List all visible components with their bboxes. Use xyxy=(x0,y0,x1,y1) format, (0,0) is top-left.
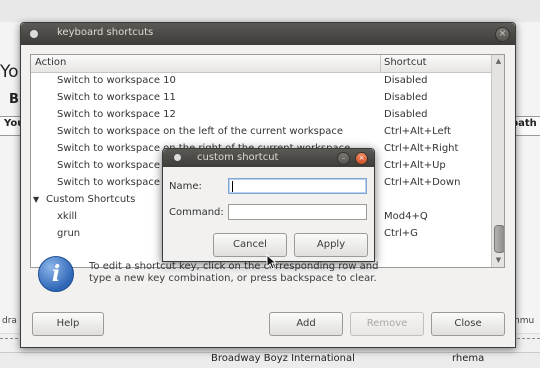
window-close-button[interactable]: × xyxy=(495,27,510,42)
close-button[interactable]: Close xyxy=(431,312,505,336)
scrollbar-thumb[interactable] xyxy=(494,225,504,253)
custom-shortcut-dialog: custom shortcut – × Name: Command: Cance… xyxy=(162,148,375,262)
row-shortcut: Ctrl+Alt+Down xyxy=(384,177,461,188)
background-top-strip xyxy=(0,0,540,22)
column-separator xyxy=(380,55,381,72)
scroll-down-arrow-icon[interactable]: ▼ xyxy=(492,254,504,267)
dialog-titlebar[interactable]: custom shortcut – × xyxy=(163,149,374,167)
tree-row[interactable]: Switch to workspace 11 Disabled xyxy=(31,90,491,107)
tree-scrollbar[interactable]: ▲ ▼ xyxy=(491,55,504,267)
row-action: Switch to workspace 10 xyxy=(57,75,176,86)
dialog-menu-icon[interactable] xyxy=(174,154,181,161)
row-shortcut: Ctrl+Alt+Left xyxy=(384,126,451,137)
row-action: Switch to workspace 11 xyxy=(57,92,176,103)
dialog-close-button[interactable]: × xyxy=(355,152,368,165)
background-subheading: B xyxy=(9,92,19,107)
row-action: xkill xyxy=(57,211,78,222)
row-shortcut: Mod4+Q xyxy=(384,211,428,222)
expander-arrow-icon[interactable]: ▼ xyxy=(33,195,39,204)
tree-row[interactable]: Switch to workspace on the left of the c… xyxy=(31,124,491,141)
row-shortcut: Ctrl+G xyxy=(384,228,418,239)
window-title: keyboard shortcuts xyxy=(57,27,154,38)
row-action: Switch to workspace 12 xyxy=(57,109,176,120)
window-titlebar[interactable]: keyboard shortcuts × xyxy=(21,23,515,45)
row-shortcut: Disabled xyxy=(384,92,428,103)
row-shortcut: Ctrl+Alt+Up xyxy=(384,160,446,171)
remove-button[interactable]: Remove xyxy=(350,312,424,336)
background-row-cell-2: rhema xyxy=(452,353,485,364)
tree-row[interactable]: Switch to workspace 12 Disabled xyxy=(31,107,491,124)
background-row-cell-1: Broadway Boyz International xyxy=(211,353,355,364)
dialog-minimize-button[interactable]: – xyxy=(337,152,350,165)
column-header-action[interactable]: Action xyxy=(35,57,66,68)
info-icon: i xyxy=(38,256,74,292)
window-menu-icon[interactable] xyxy=(30,30,38,38)
scroll-up-arrow-icon[interactable]: ▲ xyxy=(492,55,504,68)
tree-row[interactable]: Switch to workspace 10 Disabled xyxy=(31,73,491,90)
row-action: grun xyxy=(57,228,81,239)
row-action: Switch to workspace on the left of the c… xyxy=(57,126,343,137)
row-shortcut: Disabled xyxy=(384,109,428,120)
help-button[interactable]: Help xyxy=(32,312,104,336)
add-button[interactable]: Add xyxy=(269,312,343,336)
mouse-pointer-icon xyxy=(266,254,276,270)
background-left-text: dra xyxy=(2,316,17,326)
row-shortcut: Disabled xyxy=(384,75,428,86)
text-caret xyxy=(232,181,233,192)
command-input[interactable] xyxy=(228,204,367,220)
name-input[interactable] xyxy=(228,178,367,194)
name-label: Name: xyxy=(169,181,202,192)
info-text: To edit a shortcut key, click on the cor… xyxy=(89,261,379,284)
background-heading: Yo xyxy=(0,62,19,82)
row-action: Custom Shortcuts xyxy=(46,194,136,205)
column-header-shortcut[interactable]: Shortcut xyxy=(384,57,427,68)
dialog-title: custom shortcut xyxy=(197,152,279,163)
row-shortcut: Ctrl+Alt+Right xyxy=(384,143,459,154)
tree-header: Action Shortcut xyxy=(31,55,491,73)
apply-button[interactable]: Apply xyxy=(294,233,368,257)
command-label: Command: xyxy=(169,207,224,218)
